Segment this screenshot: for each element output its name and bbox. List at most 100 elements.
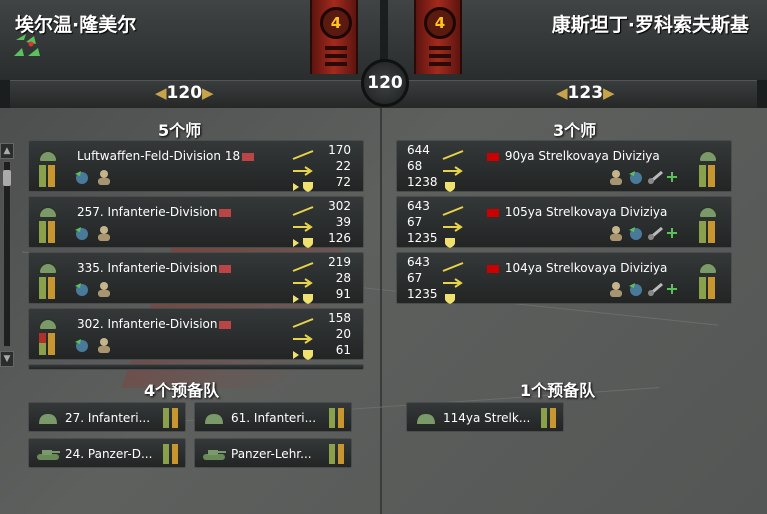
hard-attack-icon [291,162,315,176]
strength-bar [39,277,46,299]
defender-reserves-title: 1个预备队 [520,381,596,400]
left-arrow-icon: ◀ [155,84,167,102]
attacker-division-card[interactable] [28,364,364,370]
infantry-icon [607,169,625,185]
defender-commander-name[interactable]: 康斯坦丁·罗科索夫斯基 [552,10,749,37]
scroll-thumb[interactable] [3,170,11,186]
attacker-reserves-title: 4个预备队 [144,381,220,400]
strength-bar [39,165,46,187]
infantry-icon [95,337,113,353]
reserve-name: Panzer-Lehr... [231,447,312,461]
terrain-icon [627,281,645,297]
organization-bar [48,165,55,187]
defender-strength: ◀123▶ [556,83,615,103]
soft-attack-icon [291,258,315,272]
attacker-reserve-card[interactable]: 61. Infanteri... [194,402,352,432]
terrain-icon [627,225,645,241]
division-name: 90ya Strelkovaya Diviziya [485,149,660,163]
strength-bar [39,333,46,355]
organization-bar [338,408,344,428]
division-name: 105ya Strelkovaya Diviziya [485,205,667,219]
defender-rank-badge[interactable]: 4 [414,0,462,74]
attacker-divisions-title: 5个师 [158,121,202,140]
germany-flag-icon [242,152,255,161]
soft-attack-icon [441,146,465,160]
left-arrow-icon: ◀ [556,84,568,102]
attacker-rank-badge[interactable]: 4 [310,0,358,74]
attacker-reserve-card[interactable]: 27. Infanteri... [28,402,186,432]
defender-division-card[interactable]: 643 67 1235 105ya Strelkovaya Diviziya [396,196,732,248]
helmet-icon [39,207,57,218]
support-icon [663,169,681,185]
stat-hard: 68 [407,159,423,173]
germany-flag-icon [219,264,232,273]
helmet-icon [699,151,717,162]
attacker-division-card[interactable]: 302. Infanterie-Division 158 20 61 [28,308,364,360]
stat-hard: 39 [335,215,351,229]
combat-window: 埃尔温·隆美尔 康斯坦丁·罗科索夫斯基 4 4 ◀120▶ ◀123▶ 120 … [0,0,767,514]
division-name-text: 105ya Strelkovaya Diviziya [501,205,668,219]
hard-attack-icon [291,330,315,344]
hard-attack-icon [441,162,465,176]
division-name: 335. Infanterie-Division [77,261,233,275]
defense-icon [439,290,463,304]
scroll-up-button[interactable]: ▲ [0,143,14,159]
organization-bar [48,221,55,243]
terrain-icon [73,169,91,185]
strength-bar [329,408,335,428]
soviet-flag-icon [487,152,499,161]
defense-icon [439,178,463,192]
defender-division-card[interactable]: 644 68 1238 90ya Strelkovaya Diviziya [396,140,732,192]
stat-hard: 22 [335,159,351,173]
attacker-reserve-card[interactable]: Panzer-Lehr... [194,438,352,468]
stat-hard: 28 [335,271,351,285]
defense-icon [291,178,315,192]
strength-bar [699,221,706,243]
division-name-text: 104ya Strelkovaya Diviziya [501,261,668,275]
helmet-icon [39,151,57,162]
leader-trait-icon[interactable] [12,30,48,64]
stat-def: 61 [335,343,351,357]
division-name-text: 335. Infanterie-Division [77,261,218,275]
stat-soft: 643 [407,199,430,213]
scroll-track[interactable] [3,161,11,347]
strength-bar [39,221,46,243]
infantry-icon [95,169,113,185]
germany-flag-icon [219,208,232,217]
infantry-icon [201,411,227,425]
stat-soft: 219 [328,255,351,269]
stat-soft: 170 [328,143,351,157]
strength-bar [163,444,169,464]
attacker-division-card[interactable]: 335. Infanterie-Division 219 28 91 [28,252,364,304]
attacker-scrollbar[interactable]: ▲ ▼ [0,143,14,368]
stat-soft: 643 [407,255,430,269]
terrain-icon [73,337,91,353]
defender-rank-value: 4 [424,7,456,39]
defender-divisions-title: 3个师 [553,121,597,140]
scroll-down-button[interactable]: ▼ [0,351,14,367]
division-name: Luftwaffen-Feld-Division 18 [77,149,256,163]
defender-reserve-card[interactable]: 114ya Strelk... [406,402,564,432]
reserve-name: 114ya Strelk... [443,411,531,425]
stat-hard: 67 [407,271,423,285]
attacker-reserve-card[interactable]: 24. Panzer-D... [28,438,186,468]
helmet-icon [699,207,717,218]
soft-attack-icon [441,258,465,272]
hard-attack-icon [441,218,465,232]
division-name-text: Luftwaffen-Feld-Division 18 [77,149,241,163]
attacker-division-card[interactable]: 257. Infanterie-Division 302 39 126 [28,196,364,248]
stat-hard: 20 [335,327,351,341]
strength-bar [699,165,706,187]
support-icon [663,225,681,241]
soft-attack-icon [291,146,315,160]
terrain-icon [73,281,91,297]
infantry-icon [413,411,439,425]
soft-attack-icon [291,314,315,328]
attacker-division-card[interactable]: Luftwaffen-Feld-Division 18 170 22 72 [28,140,364,192]
combat-width-circle[interactable]: 120 [361,59,409,107]
terrain-icon [627,169,645,185]
stat-def: 126 [328,231,351,245]
terrain-icon [73,225,91,241]
soviet-flag-icon [487,264,499,273]
defender-division-card[interactable]: 643 67 1235 104ya Strelkovaya Diviziya [396,252,732,304]
